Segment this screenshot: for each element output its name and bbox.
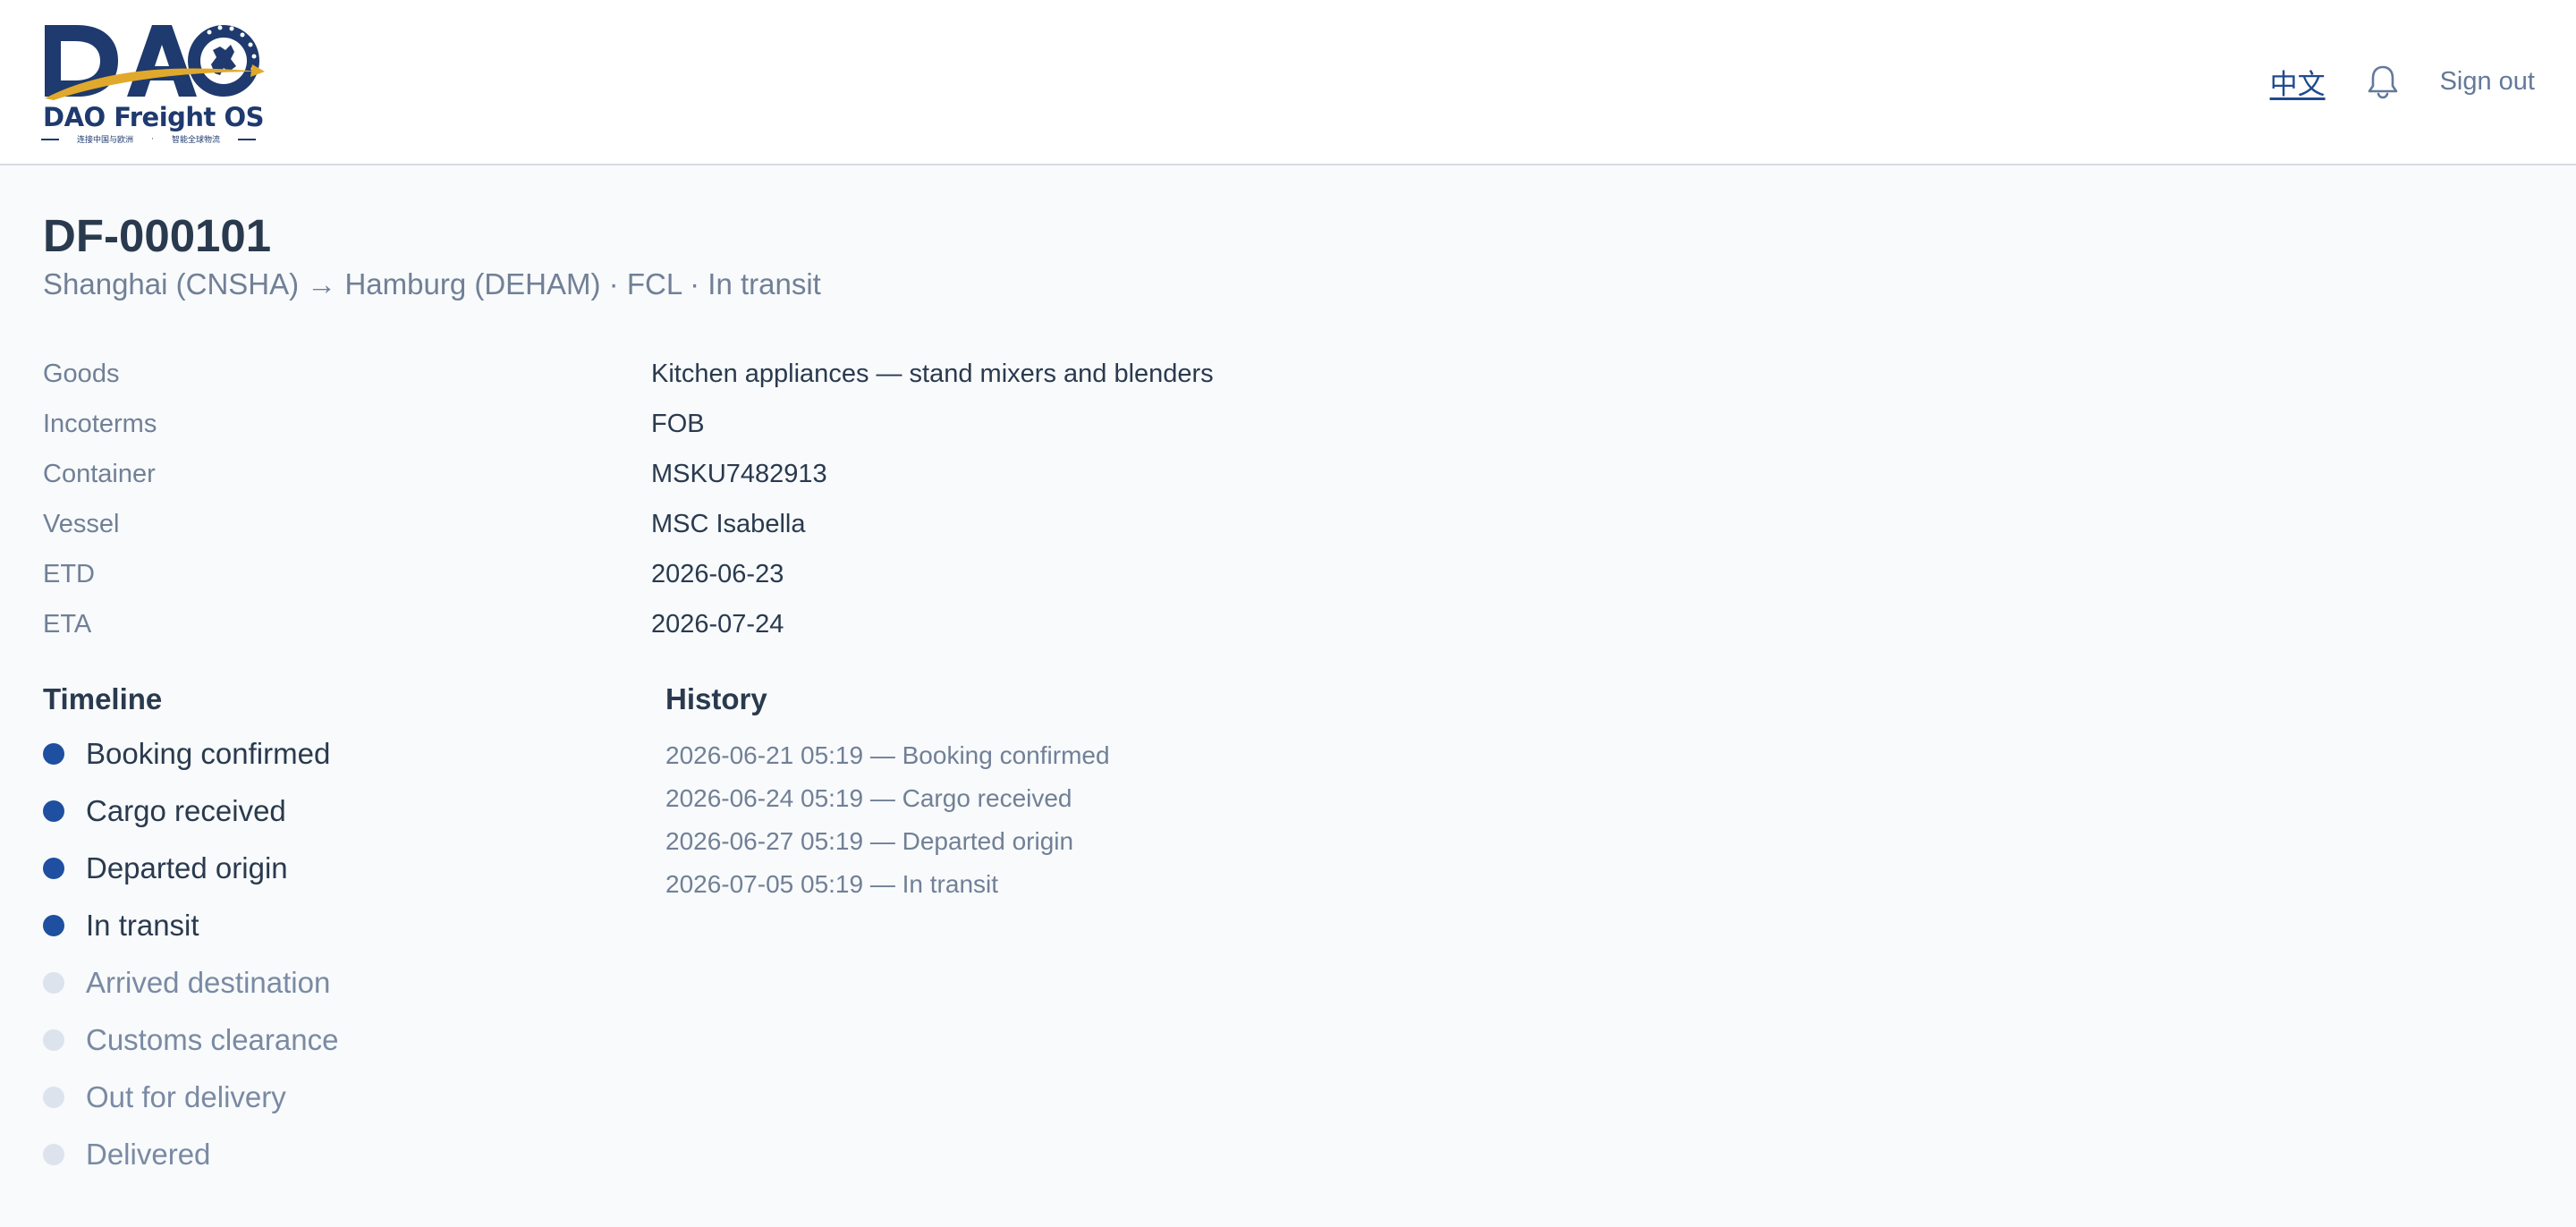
step-complete-dot-icon <box>43 743 64 765</box>
language-switch-link[interactable]: 中文 <box>2270 62 2326 102</box>
detail-row-incoterms: Incoterms FOB <box>43 399 1385 449</box>
route-summary: Shanghai (CNSHA) → Hamburg (DEHAM) · FCL… <box>43 267 821 300</box>
detail-label: Vessel <box>43 509 120 538</box>
step-pending-dot-icon <box>43 1029 64 1051</box>
timeline-step-label: In transit <box>86 909 199 942</box>
step-complete-dot-icon <box>43 858 64 879</box>
detail-label: Container <box>43 459 156 488</box>
logo-tagline: 连接中国与欧洲 · 智能全球物流 <box>41 133 256 145</box>
bell-icon <box>2368 65 2397 99</box>
timeline-step-label: Delivered <box>86 1138 211 1171</box>
history-log: 2026-06-21 05:19 — Booking confirmed 202… <box>665 734 1739 906</box>
shipment-details: Goods Kitchen appliances — stand mixers … <box>43 349 1385 649</box>
top-header: DAO Freight OS 连接中国与欧洲 · 智能全球物流 中文 Sign … <box>0 0 2576 165</box>
status-timeline: Booking confirmed Cargo received Departe… <box>43 725 580 1183</box>
timeline-step: Customs clearance <box>43 1011 580 1069</box>
detail-row-etd: ETD 2026-06-23 <box>43 549 1385 599</box>
step-complete-dot-icon <box>43 800 64 822</box>
timeline-step-label: Booking confirmed <box>86 737 331 770</box>
notifications-button[interactable] <box>2365 62 2401 101</box>
detail-row-container: Container MSKU7482913 <box>43 449 1385 499</box>
step-pending-dot-icon <box>43 1087 64 1108</box>
timeline-step: Cargo received <box>43 783 580 840</box>
detail-value: 2026-06-23 <box>651 559 784 588</box>
history-entry: 2026-06-24 05:19 — Cargo received <box>665 784 1072 812</box>
sign-out-button[interactable]: Sign out <box>2440 67 2535 97</box>
header-nav: 中文 Sign out <box>2270 59 2535 104</box>
history-entry: 2026-07-05 05:19 — In transit <box>665 870 999 898</box>
timeline-step-label: Customs clearance <box>86 1023 339 1056</box>
detail-label: ETD <box>43 559 95 588</box>
timeline-step-label: Cargo received <box>86 794 286 827</box>
timeline-step-label: Departed origin <box>86 851 288 884</box>
timeline-step: Out for delivery <box>43 1069 580 1126</box>
detail-label: Goods <box>43 359 120 388</box>
history-entry: 2026-06-27 05:19 — Departed origin <box>665 827 1074 855</box>
logo[interactable]: DAO Freight OS 连接中国与欧洲 · 智能全球物流 <box>41 18 265 148</box>
detail-label: Incoterms <box>43 409 157 438</box>
timeline-step: Delivered <box>43 1126 580 1183</box>
logo-emblem-icon <box>45 25 265 100</box>
step-complete-dot-icon <box>43 915 64 936</box>
tagline-right: 智能全球物流 <box>171 136 220 145</box>
detail-value: MSKU7482913 <box>651 459 827 488</box>
history-heading: History <box>665 682 767 715</box>
timeline-step: In transit <box>43 897 580 954</box>
tagline-rule-left <box>41 138 59 140</box>
detail-label: ETA <box>43 609 92 639</box>
tagline-separator: · <box>151 134 154 144</box>
timeline-step: Arrived destination <box>43 954 580 1011</box>
detail-value: FOB <box>651 409 705 438</box>
tagline-rule-right <box>237 138 256 140</box>
page-title: DF-000101 <box>43 210 272 261</box>
detail-row-eta: ETA 2026-07-24 <box>43 599 1385 649</box>
step-pending-dot-icon <box>43 972 64 994</box>
detail-value: 2026-07-24 <box>651 609 784 639</box>
timeline-step-label: Arrived destination <box>86 966 331 999</box>
timeline-step: Departed origin <box>43 840 580 897</box>
timeline-heading: Timeline <box>43 682 163 715</box>
history-entry: 2026-06-21 05:19 — Booking confirmed <box>665 741 1110 769</box>
step-pending-dot-icon <box>43 1144 64 1165</box>
logo-wordmark: DAO Freight OS <box>43 102 265 132</box>
detail-value: MSC Isabella <box>651 509 806 538</box>
detail-value: Kitchen appliances — stand mixers and bl… <box>651 359 1214 388</box>
detail-row-vessel: Vessel MSC Isabella <box>43 499 1385 549</box>
tagline-left: 连接中国与欧洲 <box>77 136 134 145</box>
timeline-step: Booking confirmed <box>43 725 580 783</box>
timeline-step-label: Out for delivery <box>86 1080 286 1113</box>
detail-row-goods: Goods Kitchen appliances — stand mixers … <box>43 349 1385 399</box>
